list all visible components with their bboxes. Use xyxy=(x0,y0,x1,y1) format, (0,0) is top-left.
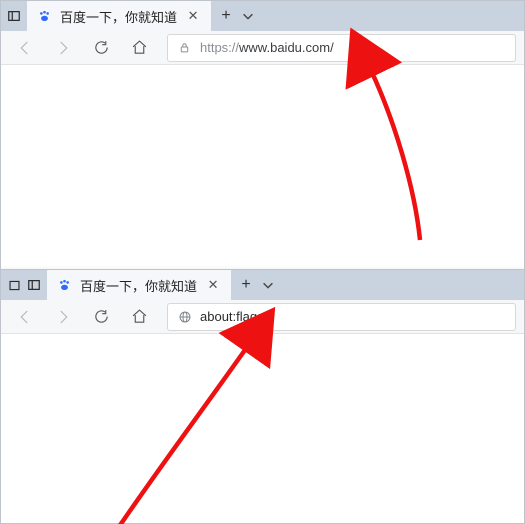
lock-icon xyxy=(178,41,192,55)
browser-window-2: 百度一下，你就知道 ✕ + xyxy=(0,269,525,524)
refresh-button[interactable] xyxy=(91,38,111,58)
back-button[interactable] xyxy=(15,38,35,58)
forward-button[interactable] xyxy=(53,38,73,58)
new-tab-button[interactable]: + xyxy=(217,7,235,25)
page-content xyxy=(1,334,524,523)
tabbar-left-controls xyxy=(1,1,27,31)
url-scheme: https:// xyxy=(200,40,239,55)
sidebar-icon[interactable] xyxy=(27,278,41,292)
tab-baidu[interactable]: 百度一下，你就知道 ✕ xyxy=(27,1,211,31)
forward-button[interactable] xyxy=(53,307,73,327)
browser-window-1: 百度一下，你就知道 ✕ + xyxy=(0,0,525,270)
close-icon[interactable]: ✕ xyxy=(205,277,221,293)
tabs-menu-button[interactable] xyxy=(241,9,259,23)
sidebar-icon[interactable] xyxy=(7,9,21,23)
toolbar: about:flags xyxy=(1,300,524,334)
page-content xyxy=(1,65,524,269)
tab-bar: 百度一下，你就知道 ✕ + xyxy=(1,1,524,31)
globe-icon xyxy=(178,310,192,324)
address-bar[interactable]: https://www.baidu.com/ xyxy=(167,34,516,62)
tab-actions: + xyxy=(211,1,265,31)
home-button[interactable] xyxy=(129,307,149,327)
viewport: 百度一下，你就知道 ✕ + xyxy=(0,0,525,524)
address-bar[interactable]: about:flags xyxy=(167,303,516,331)
close-icon[interactable]: ✕ xyxy=(185,8,201,24)
tab-baidu[interactable]: 百度一下，你就知道 ✕ xyxy=(47,270,231,300)
url-text: https://www.baidu.com/ xyxy=(200,40,334,55)
paw-icon xyxy=(37,9,52,24)
tab-title: 百度一下，你就知道 xyxy=(80,276,197,295)
url-host: www.baidu.com/ xyxy=(239,40,334,55)
back-button[interactable] xyxy=(15,307,35,327)
tab-title: 百度一下，你就知道 xyxy=(60,7,177,26)
toolbar: https://www.baidu.com/ xyxy=(1,31,524,65)
home-button[interactable] xyxy=(129,38,149,58)
refresh-button[interactable] xyxy=(91,307,111,327)
new-tab-button[interactable]: + xyxy=(237,276,255,294)
tab-bar: 百度一下，你就知道 ✕ + xyxy=(1,270,524,300)
paw-icon xyxy=(57,278,72,293)
url-text: about:flags xyxy=(200,309,264,324)
tabs-menu-button[interactable] xyxy=(261,278,279,292)
tab-actions: + xyxy=(231,270,285,300)
window-icon[interactable] xyxy=(7,278,21,292)
tabbar-left-controls xyxy=(1,270,47,300)
